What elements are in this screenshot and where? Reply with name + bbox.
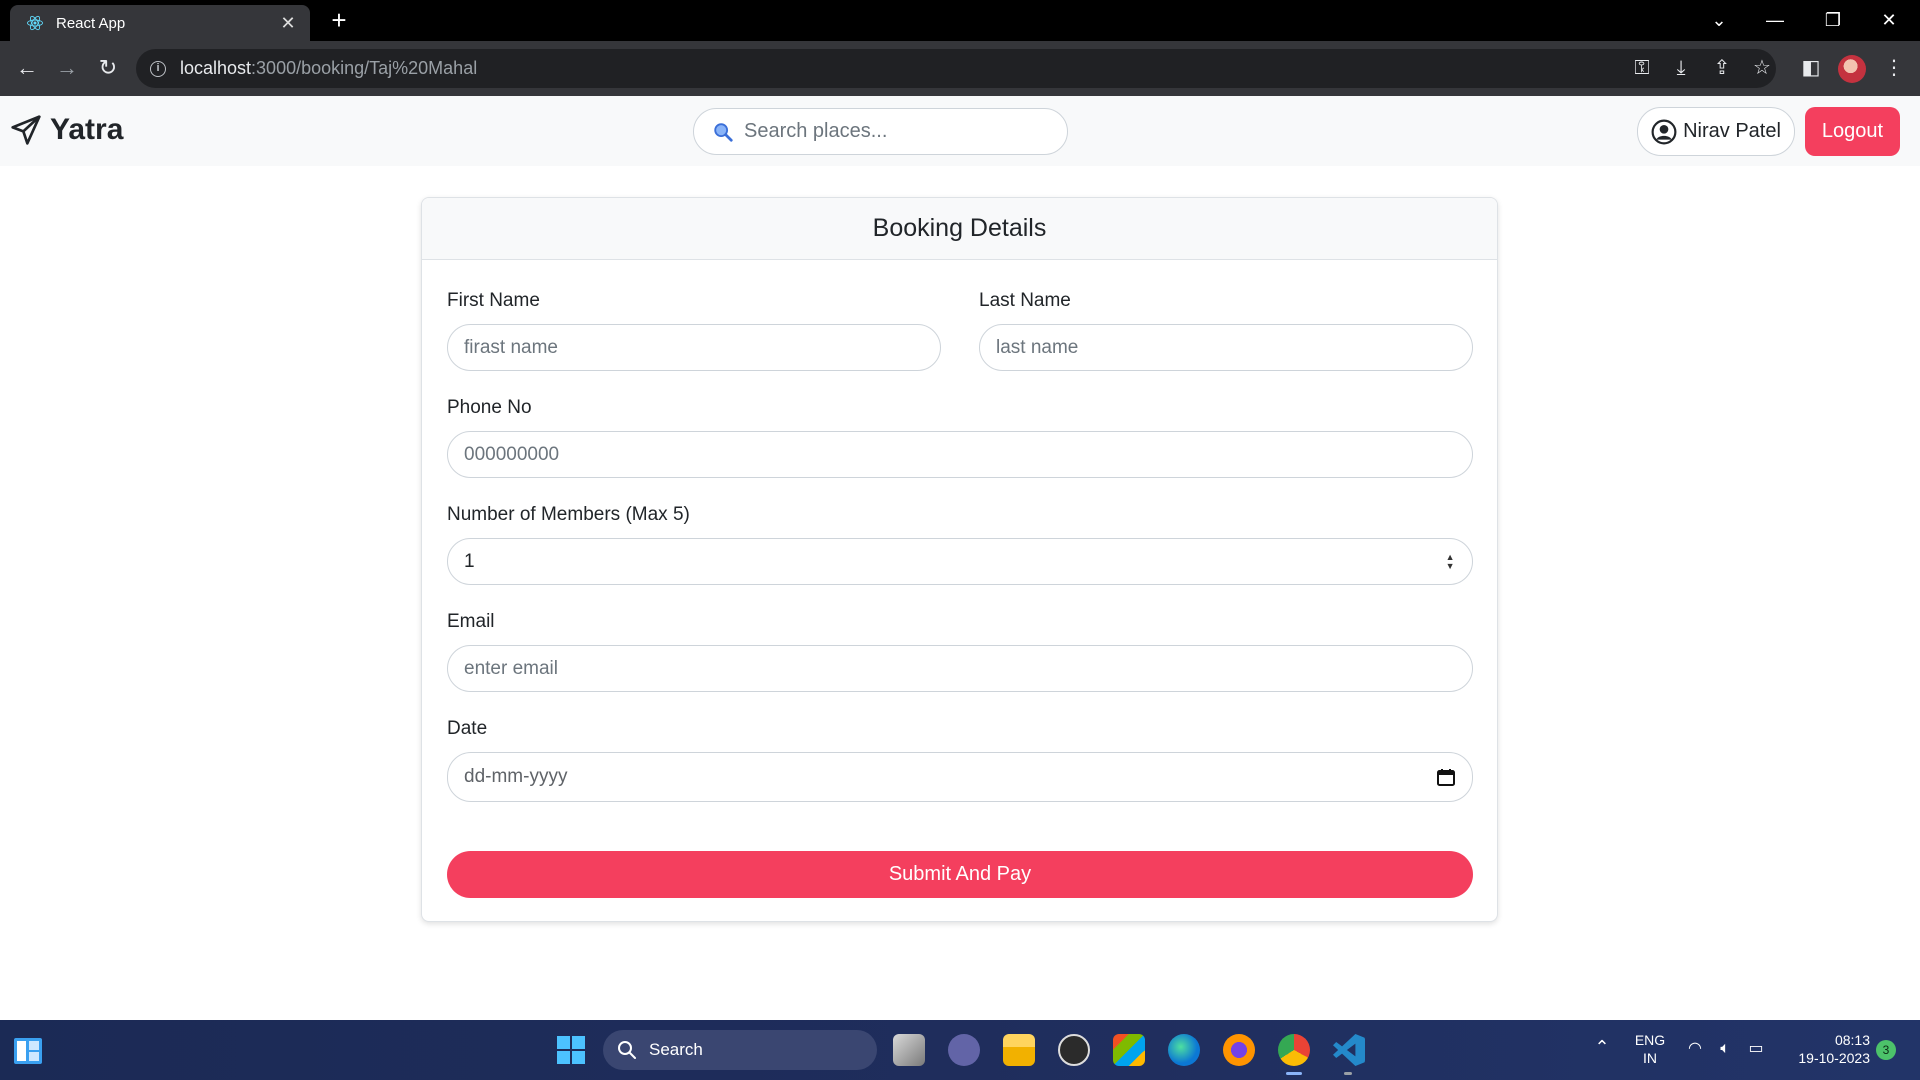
first-name-input[interactable]	[464, 336, 924, 359]
browser-tab[interactable]: React App ✕	[10, 5, 310, 41]
phone-input[interactable]	[464, 443, 1456, 466]
task-view-icon[interactable]	[893, 1034, 925, 1066]
share-icon[interactable]: ⇪	[1708, 54, 1736, 82]
vscode-running-indicator	[1344, 1072, 1352, 1075]
language-indicator[interactable]: ENG IN	[1628, 1031, 1672, 1067]
site-info-icon[interactable]: i	[150, 60, 166, 77]
chrome-icon[interactable]	[1278, 1034, 1310, 1066]
side-panel-icon[interactable]: ◧	[1797, 54, 1825, 82]
clock[interactable]: 08:13 19-10-2023	[1780, 1031, 1870, 1067]
teams-chat-icon[interactable]	[948, 1034, 980, 1066]
edge-browser-icon[interactable]	[1168, 1034, 1200, 1066]
phone-label: Phone No	[447, 397, 532, 418]
booking-title: Booking Details	[422, 198, 1497, 260]
brand-name: Yatra	[50, 113, 124, 146]
file-explorer-icon[interactable]	[1003, 1034, 1035, 1066]
last-name-input[interactable]	[996, 336, 1456, 359]
bookmark-star-icon[interactable]: ☆	[1748, 54, 1776, 82]
region-code: IN	[1643, 1050, 1657, 1066]
calendar-icon[interactable]	[1436, 767, 1456, 787]
password-key-icon[interactable]: ⚿	[1628, 54, 1656, 82]
email-input[interactable]	[464, 657, 1456, 680]
date-input-text: dd-mm-yyyy	[464, 766, 568, 787]
restore-window-icon[interactable]: ❐	[1810, 6, 1856, 34]
back-arrow-icon[interactable]: ←	[12, 53, 42, 83]
logout-button[interactable]: Logout	[1805, 107, 1900, 156]
volume-icon[interactable]: 🔈︎	[1714, 1040, 1736, 1058]
chrome-active-indicator	[1286, 1072, 1302, 1075]
search-box[interactable]	[693, 108, 1068, 155]
phone-field[interactable]	[447, 431, 1473, 478]
close-tab-icon[interactable]: ✕	[278, 13, 298, 34]
browser-toolbar: ← → ↻ i localhost:3000/booking/Taj%20Mah…	[0, 41, 1920, 96]
react-logo-icon	[27, 15, 43, 31]
taskbar-search-label: Search	[649, 1040, 703, 1059]
clock-time: 08:13	[1834, 1032, 1870, 1048]
date-label: Date	[447, 718, 488, 739]
browser-tab-bar: React App ✕ + ⌄ — ❐ ✕	[0, 0, 1920, 41]
dell-app-icon[interactable]	[1058, 1034, 1090, 1066]
last-name-label: Last Name	[979, 290, 1071, 311]
os-taskbar: Search ⌃ ENG IN ◠ 🔈︎ ▭ 08:13 19-10-2023	[0, 1020, 1920, 1080]
email-label: Email	[447, 611, 495, 632]
members-field[interactable]: ▲▼	[447, 538, 1473, 585]
address-bar[interactable]: i localhost:3000/booking/Taj%20Mahal	[136, 49, 1776, 88]
widgets-icon[interactable]	[13, 1037, 43, 1065]
search-icon	[714, 122, 733, 142]
close-window-icon[interactable]: ✕	[1866, 6, 1912, 34]
wifi-icon[interactable]: ◠	[1684, 1040, 1706, 1058]
clock-date: 19-10-2023	[1798, 1050, 1870, 1066]
tab-title: React App	[56, 14, 126, 32]
windows-start-icon[interactable]	[556, 1035, 586, 1065]
search-input[interactable]	[744, 120, 1044, 143]
first-name-field[interactable]	[447, 324, 941, 371]
app-navbar: Yatra Nirav Patel Logout	[0, 96, 1920, 166]
microsoft-store-icon[interactable]	[1113, 1034, 1145, 1066]
vscode-icon[interactable]	[1333, 1034, 1365, 1066]
taskbar-search-icon	[618, 1041, 636, 1059]
taskbar-search[interactable]: Search	[603, 1030, 877, 1070]
url-host: localhost	[180, 58, 252, 78]
language-code: ENG	[1634, 1032, 1666, 1048]
minimize-window-icon[interactable]: —	[1752, 6, 1798, 34]
tab-search-chevron-icon[interactable]: ⌄	[1696, 6, 1742, 34]
number-spinner-icon[interactable]: ▲ ▼	[1444, 552, 1456, 571]
brand-logo[interactable]: Yatra	[10, 113, 123, 147]
user-circle-icon	[1651, 119, 1677, 144]
email-field[interactable]	[447, 645, 1473, 692]
booking-card: Booking Details First Name Last Name Pho…	[421, 197, 1498, 922]
install-app-icon[interactable]: ⤓	[1667, 54, 1695, 82]
url-path: :3000/booking/Taj%20Mahal	[251, 58, 478, 78]
notification-badge[interactable]: 3	[1876, 1040, 1896, 1060]
firefox-icon[interactable]	[1223, 1034, 1255, 1066]
first-name-label: First Name	[447, 290, 540, 311]
battery-icon[interactable]: ▭	[1744, 1040, 1768, 1058]
members-label: Number of Members (Max 5)	[447, 504, 690, 525]
last-name-field[interactable]	[979, 324, 1473, 371]
date-field[interactable]: dd-mm-yyyy	[447, 752, 1473, 802]
new-tab-button[interactable]: +	[326, 7, 352, 33]
profile-avatar[interactable]	[1838, 55, 1866, 83]
paper-plane-icon	[11, 115, 41, 145]
user-name: Nirav Patel	[1683, 120, 1781, 142]
submit-and-pay-button[interactable]: Submit And Pay	[447, 851, 1473, 898]
show-hidden-icons-chevron-icon[interactable]: ⌃	[1590, 1038, 1614, 1056]
forward-arrow-icon[interactable]: →	[52, 53, 82, 83]
more-menu-icon[interactable]: ⋮	[1880, 54, 1908, 82]
user-profile-button[interactable]: Nirav Patel	[1637, 107, 1795, 156]
reload-icon[interactable]: ↻	[93, 53, 123, 83]
members-input[interactable]	[464, 550, 1445, 573]
